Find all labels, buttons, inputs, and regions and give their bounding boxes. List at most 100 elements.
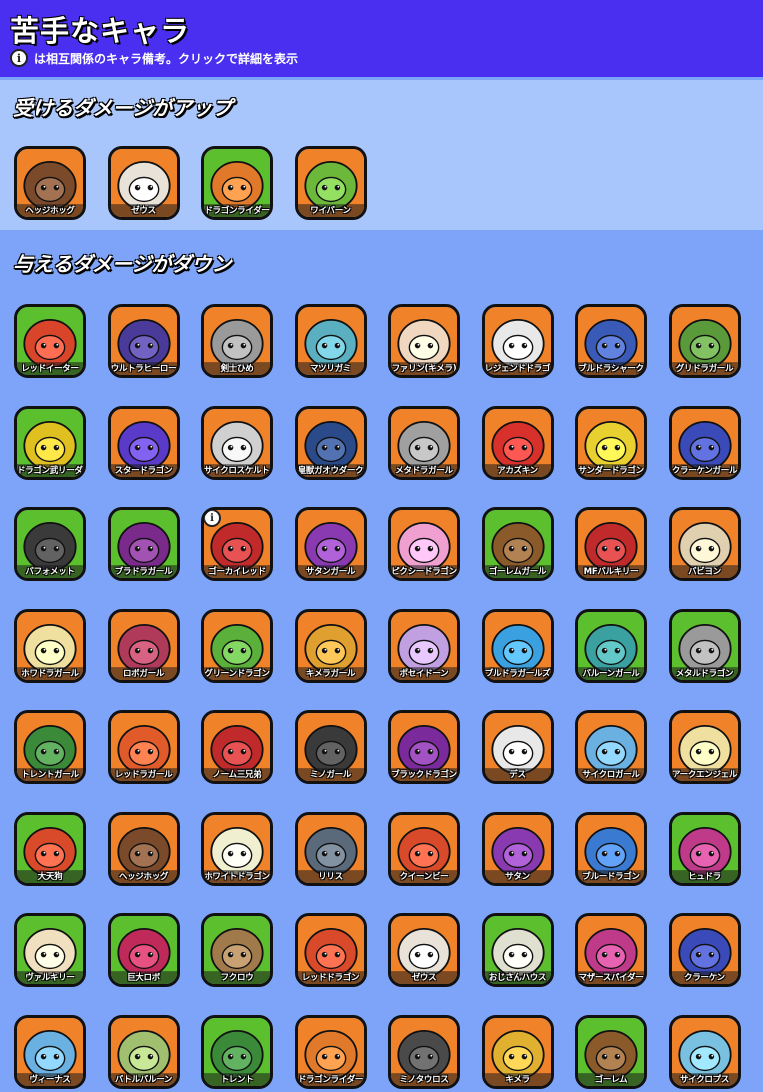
info-icon: i: [10, 49, 28, 67]
character-card[interactable]: フクロウ: [201, 913, 273, 987]
character-name: ゴーレム: [594, 1074, 628, 1085]
character-name: バルーンガール: [582, 668, 640, 679]
character-card[interactable]: 大天狗: [14, 811, 86, 886]
character-card[interactable]: ドラゴンライダー: [294, 1014, 367, 1089]
character-card[interactable]: ゴーレムガール: [481, 507, 554, 581]
character-card[interactable]: ゼウス: [388, 913, 460, 987]
character-card[interactable]: クイーンビー: [388, 811, 460, 886]
character-card[interactable]: ウルトラヒーロー: [107, 304, 180, 378]
character-card[interactable]: 皇獣ガオウダーク: [294, 405, 367, 480]
character-card[interactable]: ドラゴンライダー: [201, 146, 273, 220]
character-card[interactable]: ゴーカイレッド i: [201, 507, 273, 581]
character-card[interactable]: バルーンガール: [575, 608, 647, 683]
character-card[interactable]: アークエンジェル: [668, 710, 741, 784]
character-card[interactable]: バトルバルーン: [107, 1014, 180, 1089]
character-card[interactable]: クラーケンガール: [668, 405, 741, 480]
character-name: バトルバルーン: [114, 1074, 173, 1085]
character-name: クラーケンガール: [671, 465, 738, 476]
character-card[interactable]: ドラゴン武リーダー: [14, 405, 86, 480]
character-card[interactable]: トレント: [201, 1014, 273, 1089]
character-card[interactable]: レッドドラゴン: [294, 913, 367, 987]
character-card[interactable]: バフォメット: [14, 507, 86, 581]
character-card[interactable]: ファリン(キメラ): [388, 304, 460, 378]
character-card[interactable]: グリドラガール: [668, 304, 741, 378]
character-card[interactable]: バビヨン: [668, 507, 741, 581]
character-card[interactable]: ブルードラゴン: [575, 811, 647, 886]
character-card[interactable]: ブラドラガール: [107, 507, 180, 581]
character-name: ゼウス: [131, 206, 156, 216]
character-card[interactable]: サイクロガール: [575, 710, 647, 784]
character-card[interactable]: ワイバーン: [294, 146, 367, 220]
character-card[interactable]: キメラ: [481, 1014, 554, 1089]
character-card[interactable]: ヘッジホッグ: [14, 146, 86, 220]
info-icon[interactable]: i: [204, 510, 221, 527]
character-card[interactable]: サタン: [481, 811, 554, 886]
character-card[interactable]: ブルドラシャーク: [575, 304, 647, 378]
info-note: i は相互関係のキャラ備考。クリックで詳細を表示: [10, 48, 298, 68]
character-card[interactable]: メタドラガール: [388, 405, 460, 480]
character-card[interactable]: ロボガール: [107, 608, 180, 683]
character-name: サイクロプス: [679, 1074, 730, 1085]
character-card[interactable]: トレントガール: [14, 710, 86, 784]
section-title-damage-down: 与えるダメージがダウン: [13, 252, 232, 276]
character-card[interactable]: サイクロプス: [668, 1014, 741, 1089]
character-card[interactable]: キメラガール: [294, 608, 367, 683]
character-card[interactable]: スタードラゴン: [107, 405, 180, 480]
character-card[interactable]: ゴーレム: [575, 1014, 647, 1089]
character-card[interactable]: クラーケン: [668, 913, 741, 987]
character-card[interactable]: 巨大ロボ: [107, 913, 180, 987]
character-card[interactable]: レッドイーター: [14, 304, 86, 378]
character-card[interactable]: サタンガール: [294, 507, 367, 581]
character-card[interactable]: ノーム三兄弟: [201, 710, 273, 784]
character-card[interactable]: サイクロスケルトン: [201, 405, 273, 480]
character-card[interactable]: レジェンドドラゴン: [481, 304, 554, 378]
character-name: ロボガール: [122, 668, 164, 679]
character-card[interactable]: リリス: [294, 811, 367, 886]
character-card[interactable]: サンダードラゴン: [575, 405, 647, 480]
character-card[interactable]: ヴィーナス: [14, 1014, 86, 1089]
character-card[interactable]: ホワドラガール: [14, 608, 86, 683]
character-card[interactable]: マツリガミ: [294, 304, 367, 378]
character-name: バビヨン: [688, 567, 721, 577]
character-name: ドラゴン武リーダー: [17, 465, 86, 476]
character-card[interactable]: ブラックドラゴン: [388, 710, 460, 784]
character-card[interactable]: おじさんハウス: [481, 913, 554, 987]
character-card[interactable]: デス: [481, 710, 554, 784]
character-card[interactable]: アカズキン: [481, 405, 554, 480]
character-name: 巨大ロボ: [127, 973, 160, 983]
character-name: ミノタウロス: [399, 1074, 449, 1085]
character-name: ヘッジホッグ: [118, 871, 169, 882]
character-name: ファリン(キメラ): [391, 364, 457, 374]
character-card[interactable]: マザースパイダー: [575, 913, 647, 987]
character-card[interactable]: グリーンドラゴン: [201, 608, 273, 683]
character-name: サタンガール: [305, 567, 356, 577]
page-header: 苦手なキャラ i は相互関係のキャラ備考。クリックで詳細を表示: [0, 0, 763, 77]
character-card[interactable]: ミノタウロス: [388, 1014, 460, 1089]
character-card[interactable]: ヴァルキリー: [14, 913, 86, 987]
character-card[interactable]: 剣士ひめ: [201, 304, 273, 378]
character-card[interactable]: ブルドラガールズ: [481, 608, 554, 683]
character-name: ホワドラガール: [21, 668, 79, 679]
character-name: ポセイドーン: [399, 668, 449, 679]
character-card[interactable]: ピクシードラゴン: [388, 507, 460, 581]
character-name: メタドラガール: [395, 465, 453, 476]
character-card[interactable]: ゼウス: [107, 146, 180, 220]
character-name: ワイバーン: [310, 206, 351, 216]
character-name: キメラ: [505, 1074, 530, 1085]
character-card[interactable]: ポセイドーン: [388, 608, 460, 683]
character-name: サイクロスケルトン: [204, 465, 273, 476]
character-name: ヴィーナス: [29, 1074, 71, 1085]
character-name: 剣士ひめ: [220, 364, 254, 374]
character-card[interactable]: ヒュドラ: [668, 811, 741, 886]
character-name: クラーケン: [684, 973, 725, 983]
character-card[interactable]: ミノガール: [294, 710, 367, 784]
character-name: サイクロガール: [582, 770, 640, 780]
character-name: ウルトラヒーロー: [110, 364, 177, 374]
character-name: MFバルキリー: [583, 567, 639, 577]
character-card[interactable]: メタルドラゴン: [668, 608, 741, 683]
character-name: ミノガール: [309, 770, 351, 780]
character-card[interactable]: MFバルキリー: [575, 507, 647, 581]
character-card[interactable]: レッドラガール: [107, 710, 180, 784]
character-card[interactable]: ヘッジホッグ: [107, 811, 180, 886]
character-card[interactable]: ホワイトドラゴン: [201, 811, 273, 886]
